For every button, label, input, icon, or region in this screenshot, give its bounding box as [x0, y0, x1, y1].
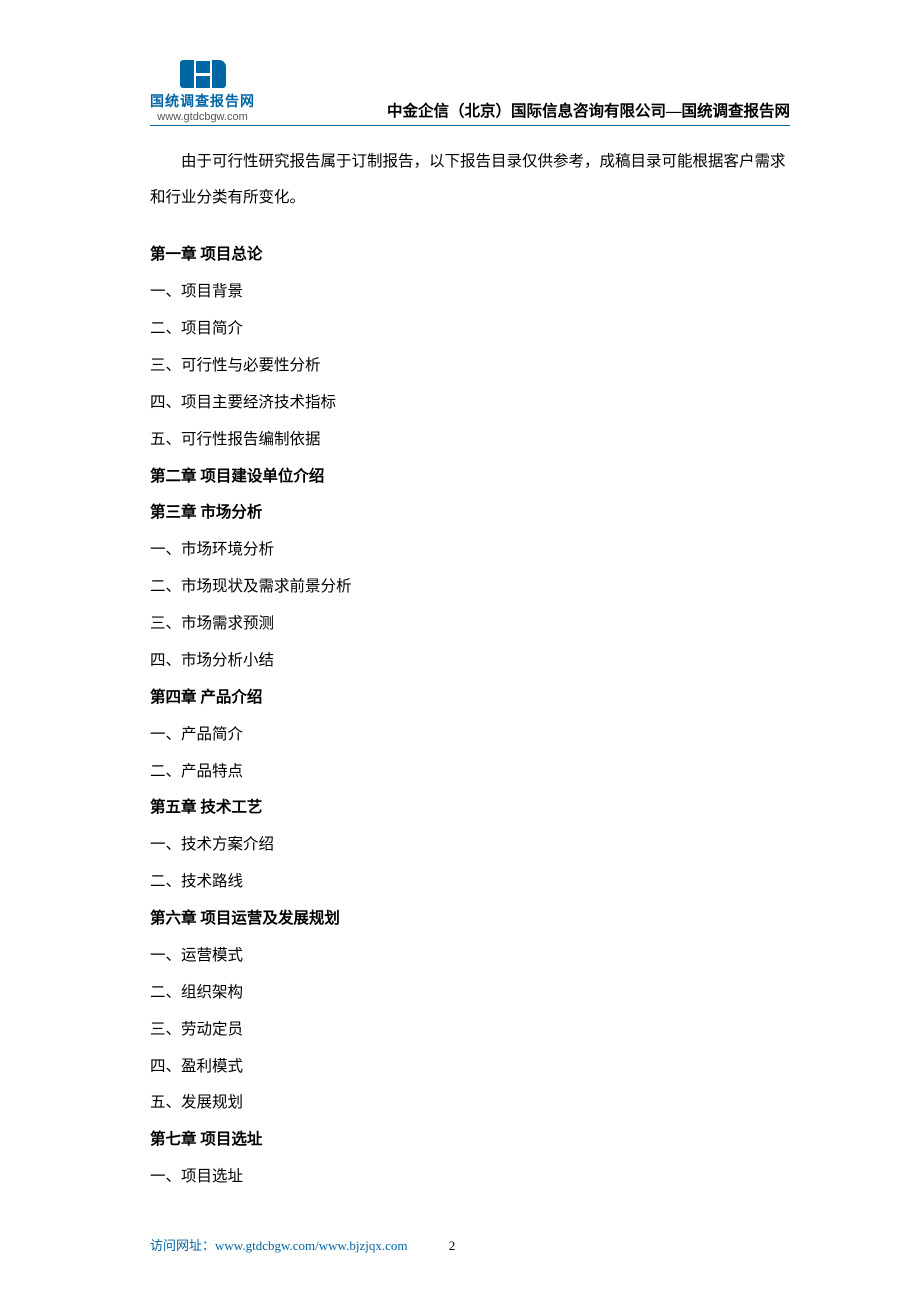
- toc-line: 第五章 技术工艺: [150, 790, 790, 827]
- toc-line: 一、技术方案介绍: [150, 827, 790, 864]
- header-title: 中金企信（北京）国际信息咨询有限公司—国统调查报告网: [273, 99, 790, 123]
- toc-line: 第四章 产品介绍: [150, 680, 790, 717]
- logo-label: 国统调查报告网: [150, 91, 255, 111]
- toc-line: 五、发展规划: [150, 1085, 790, 1122]
- logo-url: www.gtdcbgw.com: [157, 111, 247, 123]
- toc-line: 二、产品特点: [150, 754, 790, 791]
- toc-line: 三、市场需求预测: [150, 606, 790, 643]
- toc-line: 二、市场现状及需求前景分析: [150, 569, 790, 606]
- page-header: 国统调查报告网 www.gtdcbgw.com 中金企信（北京）国际信息咨询有限…: [150, 60, 790, 126]
- toc-line: 第三章 市场分析: [150, 495, 790, 532]
- toc-line: 四、项目主要经济技术指标: [150, 385, 790, 422]
- toc-line: 二、技术路线: [150, 864, 790, 901]
- toc-line: 四、市场分析小结: [150, 643, 790, 680]
- toc-line: 一、市场环境分析: [150, 532, 790, 569]
- page-footer: 访问网址：www.gtdcbgw.com/www.bjzjqx.com 2: [150, 1235, 455, 1254]
- logo-icon: [180, 60, 226, 88]
- toc-line: 二、项目简介: [150, 311, 790, 348]
- toc-line: 五、可行性报告编制依据: [150, 422, 790, 459]
- footer-label: 访问网址：: [150, 1238, 215, 1253]
- page-number: 2: [449, 1238, 456, 1254]
- toc-line: 第一章 项目总论: [150, 237, 790, 274]
- toc-line: 第二章 项目建设单位介绍: [150, 459, 790, 496]
- toc-line: 二、组织架构: [150, 975, 790, 1012]
- toc-line: 一、产品简介: [150, 717, 790, 754]
- toc-line: 四、盈利模式: [150, 1049, 790, 1086]
- toc-line: 三、劳动定员: [150, 1012, 790, 1049]
- toc-line: 三、可行性与必要性分析: [150, 348, 790, 385]
- toc-line: 一、运营模式: [150, 938, 790, 975]
- toc-line: 一、项目选址: [150, 1159, 790, 1196]
- toc-line: 第六章 项目运营及发展规划: [150, 901, 790, 938]
- toc-line: 第七章 项目选址: [150, 1122, 790, 1159]
- intro-paragraph: 由于可行性研究报告属于订制报告，以下报告目录仅供参考，成稿目录可能根据客户需求和…: [150, 144, 790, 215]
- logo-block: 国统调查报告网 www.gtdcbgw.com: [150, 60, 255, 123]
- toc-line: 一、项目背景: [150, 274, 790, 311]
- footer-url: www.gtdcbgw.com/www.bjzjqx.com: [215, 1238, 407, 1253]
- table-of-contents: 第一章 项目总论一、项目背景二、项目简介三、可行性与必要性分析四、项目主要经济技…: [150, 237, 790, 1196]
